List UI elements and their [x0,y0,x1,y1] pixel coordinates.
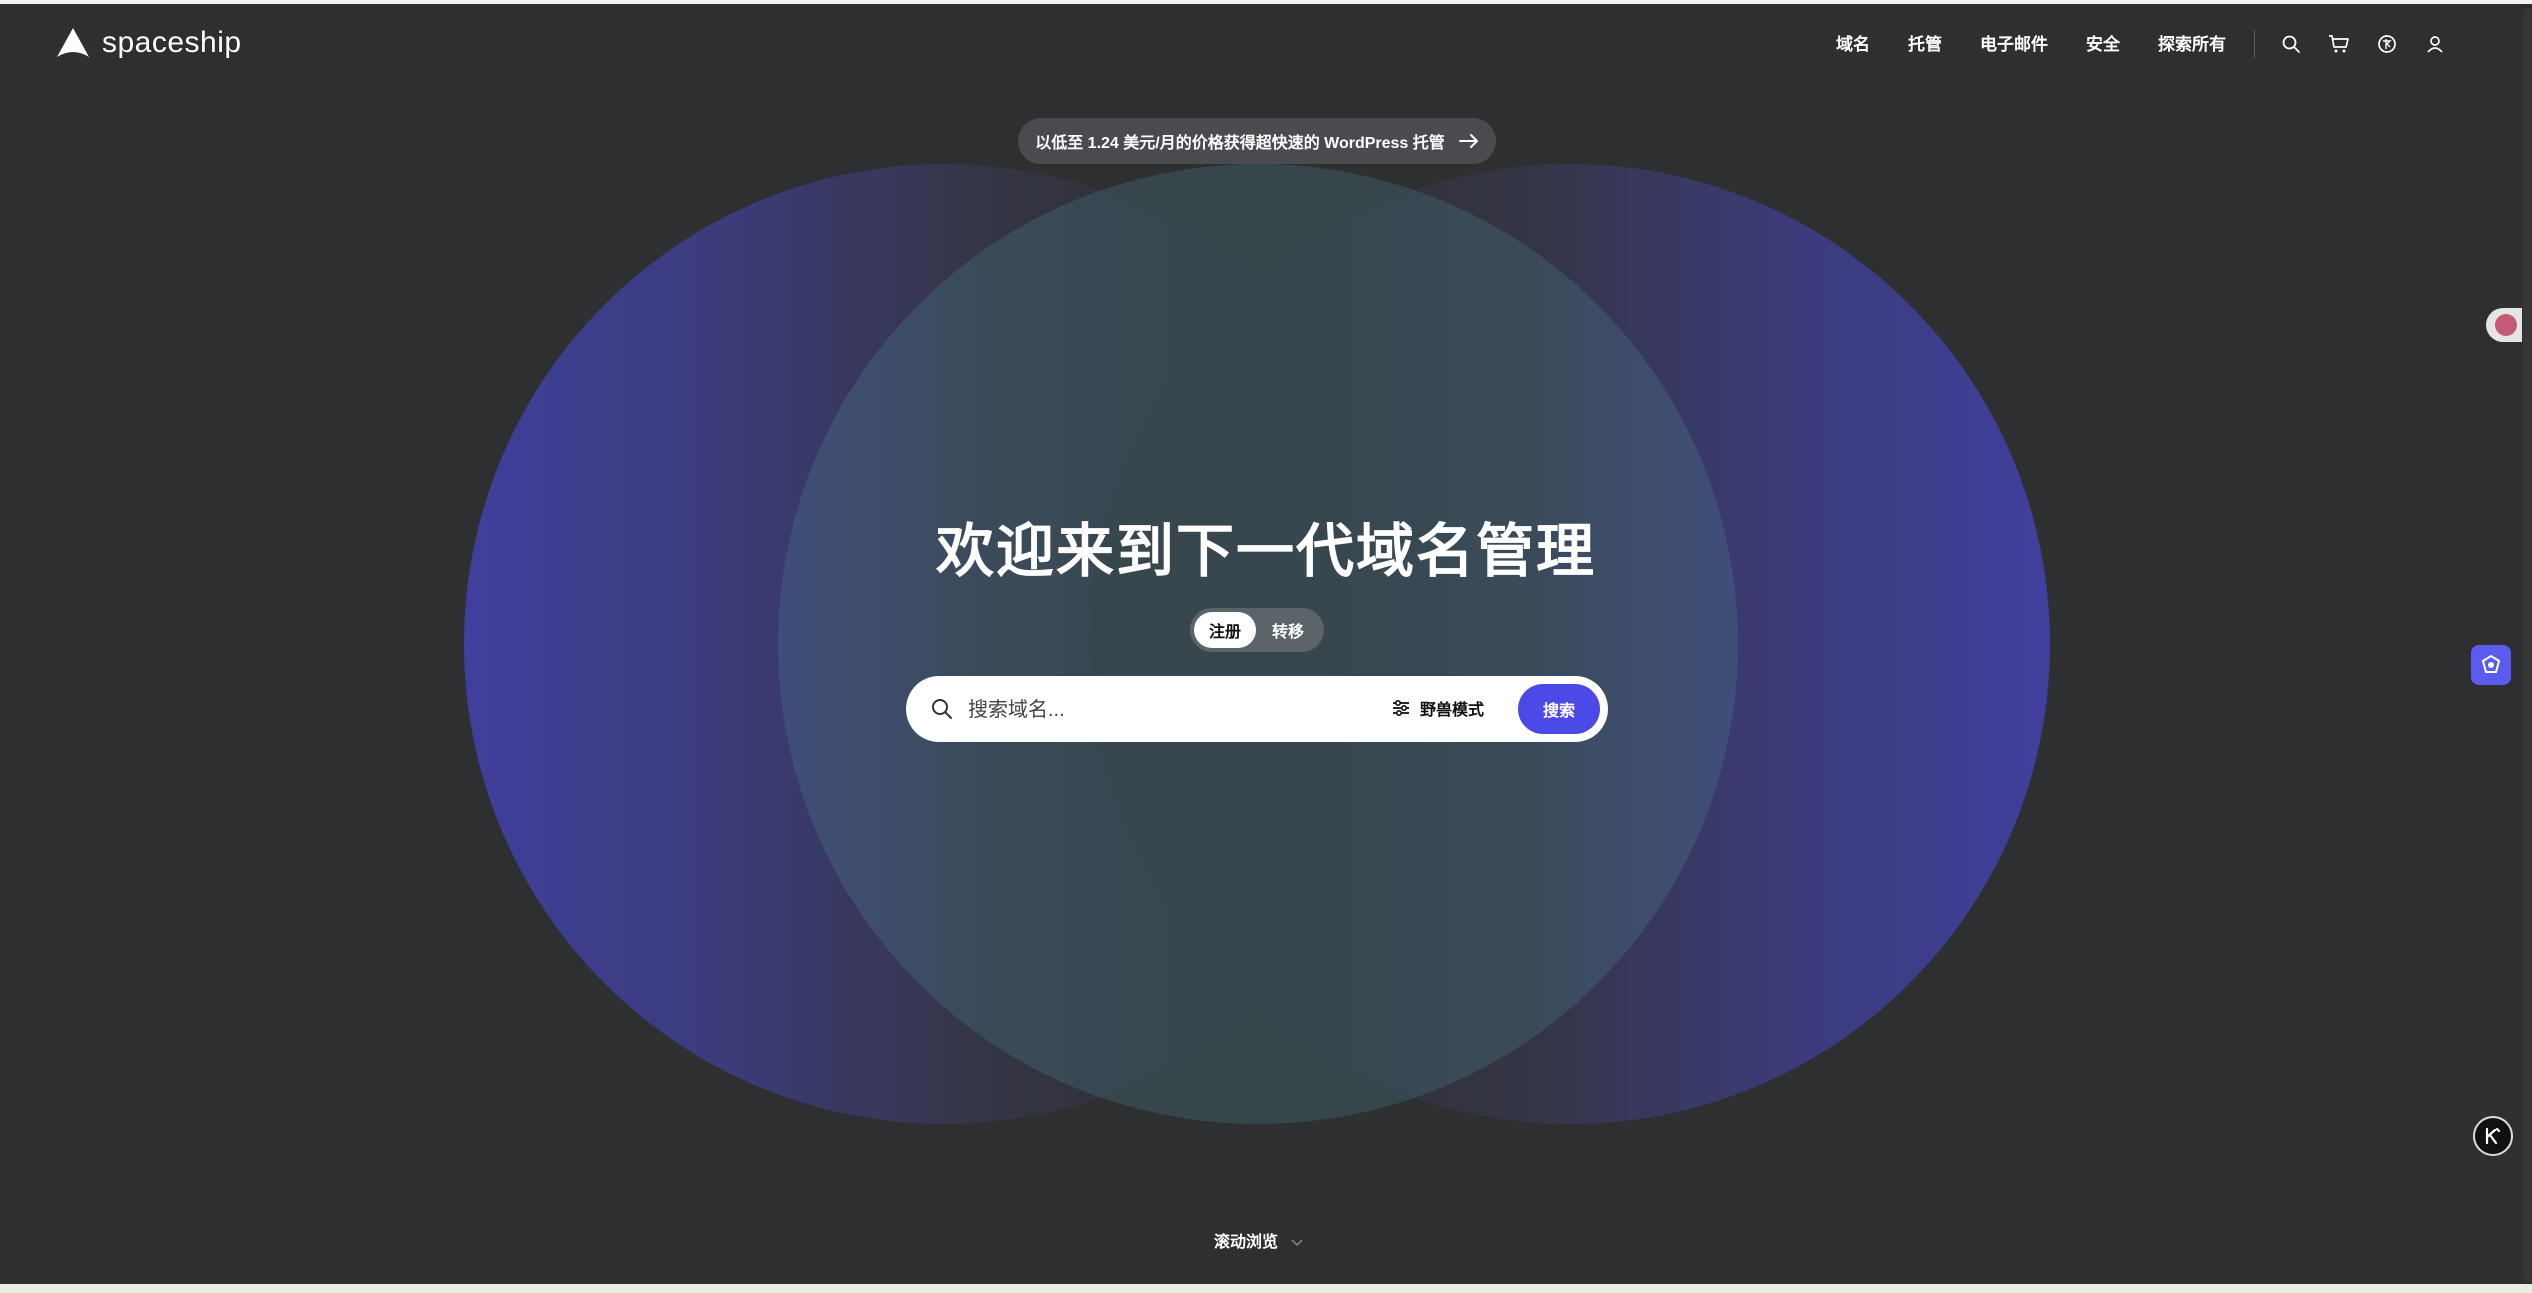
window-bottom-border [0,1284,2532,1293]
main-nav: 域名 托管 电子邮件 安全 探索所有 [1836,30,2264,55]
hero-title: 欢迎来到下一代域名管理 [935,519,1596,584]
nav-email[interactable]: 电子邮件 [1980,30,2048,55]
window-top-border [0,0,2532,4]
k-widget-icon[interactable] [2473,1116,2513,1156]
chevron-down-icon [1291,1239,1303,1247]
language-icon[interactable] [2375,32,2399,56]
cart-icon[interactable] [2327,32,2351,56]
nav-explore-all[interactable]: 探索所有 [2158,30,2226,55]
scroll-hint[interactable]: 滚动浏览 [1214,1228,1278,1252]
beast-mode-button[interactable]: 野兽模式 [1392,696,1484,720]
brand-name: spaceship [102,26,242,59]
tab-transfer[interactable]: 转移 [1256,618,1320,642]
search-icon[interactable] [2279,32,2303,56]
arrow-right-icon [1458,134,1478,148]
promo-banner[interactable]: 以低至 1.24 美元/月的价格获得超快速的 WordPress 托管 [1018,118,1496,164]
brand-logo[interactable]: spaceship [56,26,242,60]
spaceship-logo-icon [57,28,89,57]
user-icon[interactable] [2423,32,2447,56]
register-transfer-toggle: 注册 转移 [1190,608,1324,652]
tab-register[interactable]: 注册 [1194,612,1256,648]
sliders-icon [1393,699,1409,717]
nav-domains[interactable]: 域名 [1836,30,1870,55]
search-icon [932,699,952,719]
translate-icon [2495,314,2517,336]
scrollbar[interactable] [2522,4,2532,1284]
domain-search-input[interactable] [966,689,1350,731]
search-button[interactable]: 搜索 [1518,684,1600,734]
k-logo-icon [2485,1127,2501,1145]
beast-mode-label: 野兽模式 [1420,702,1485,719]
nav-security[interactable]: 安全 [2086,30,2120,55]
domain-search-bar: 野兽模式 搜索 [906,676,1608,742]
nav-hosting[interactable]: 托管 [1908,30,1942,55]
promo-banner-text: 以低至 1.24 美元/月的价格获得超快速的 WordPress 托管 [1035,135,1445,152]
scrollbar-thumb[interactable] [2523,8,2531,1283]
nav-divider [2254,30,2255,58]
translate-widget-button[interactable] [2486,308,2526,342]
assistant-widget-button[interactable] [2471,645,2511,685]
sparkle-icon [2481,654,2501,673]
